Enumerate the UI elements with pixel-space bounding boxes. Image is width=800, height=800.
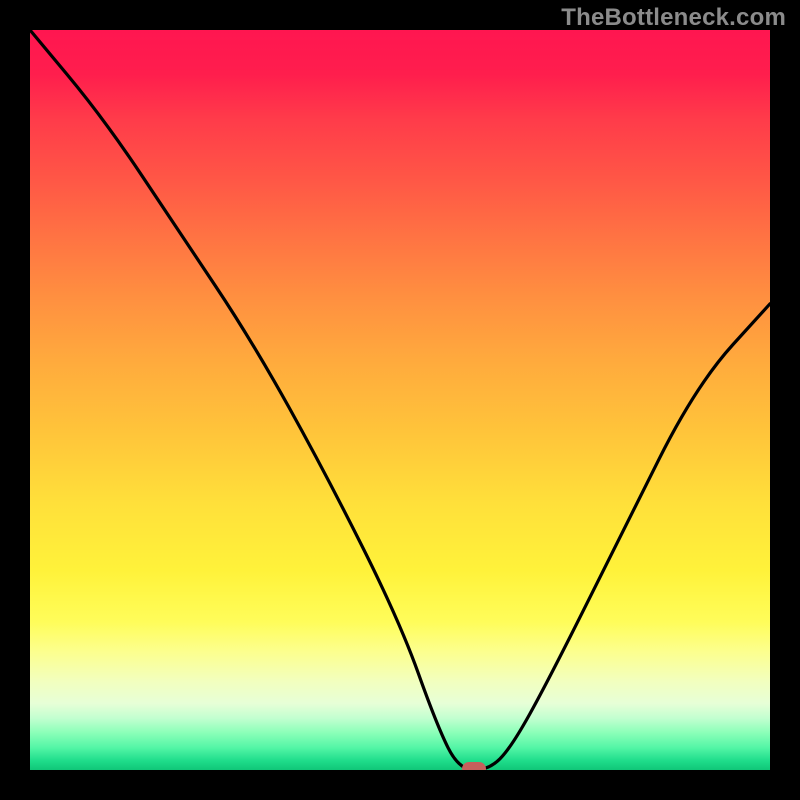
chart-frame: TheBottleneck.com bbox=[0, 0, 800, 800]
optimal-point-marker bbox=[462, 762, 486, 770]
plot-area bbox=[30, 30, 770, 770]
bottleneck-curve bbox=[30, 30, 770, 770]
watermark-text: TheBottleneck.com bbox=[561, 4, 786, 32]
